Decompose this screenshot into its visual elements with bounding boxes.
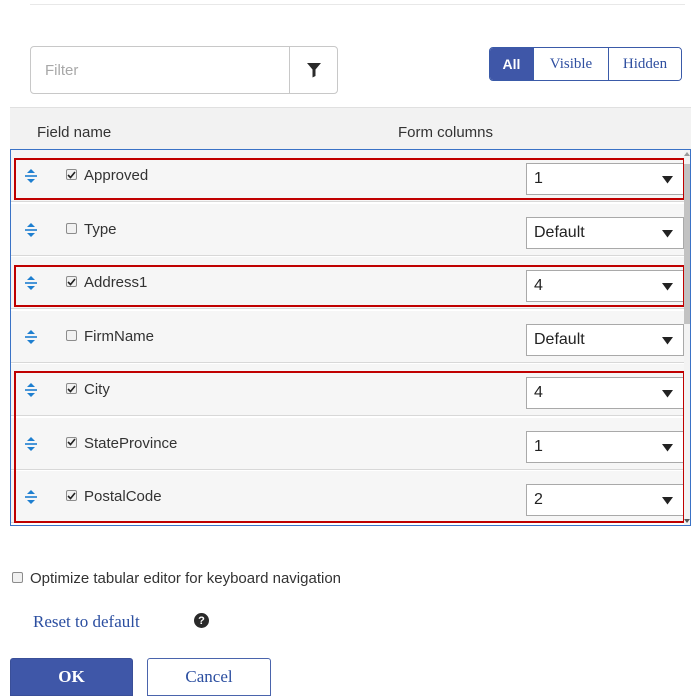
form-columns-select[interactable]: Default (526, 323, 684, 356)
cancel-button[interactable]: Cancel (147, 658, 271, 696)
filter-box (30, 46, 338, 94)
table-row: StateProvince 1 (11, 417, 684, 470)
dropdown-arrow-icon (662, 443, 673, 451)
dropdown-arrow-icon (662, 283, 673, 291)
field-name: Address1 (84, 274, 148, 291)
form-columns-value: 4 (534, 384, 543, 401)
field-visible-checkbox[interactable] (66, 383, 77, 394)
drag-handle-icon[interactable] (24, 329, 38, 345)
keyboard-nav-label: Optimize tabular editor for keyboard nav… (30, 570, 342, 587)
field-name: StateProvince (84, 434, 178, 452)
field-grid: Approved 1 Type Default Address1 4 FirmName Def… (10, 149, 691, 526)
table-row: PostalCode 2 (11, 471, 684, 523)
field-name: FirmName (84, 327, 154, 345)
form-columns-value: Default (534, 330, 585, 348)
drag-handle-icon[interactable] (24, 436, 38, 452)
form-columns-select[interactable]: 4 (526, 377, 684, 409)
scroll-up-arrow[interactable] (684, 152, 690, 156)
field-visible-checkbox[interactable] (66, 490, 77, 501)
dropdown-arrow-icon (662, 497, 673, 505)
table-row: Approved 1 (11, 150, 684, 202)
filter-button[interactable] (290, 47, 338, 93)
dropdown-arrow-icon (662, 336, 673, 344)
table-row: City 4 (11, 364, 684, 416)
field-visible-checkbox[interactable] (66, 222, 77, 234)
field-name: Approved (84, 167, 149, 184)
drag-handle-icon[interactable] (24, 168, 38, 184)
help-icon[interactable]: ? (194, 613, 209, 628)
table-row: FirmName Default (11, 310, 684, 363)
drag-handle-icon[interactable] (24, 275, 38, 291)
form-columns-value: 1 (534, 170, 543, 187)
form-columns-value: 4 (534, 277, 543, 294)
ok-button[interactable]: OK (10, 658, 133, 696)
toggle-all-button[interactable]: All (490, 48, 533, 80)
form-columns-select[interactable]: 1 (526, 163, 684, 195)
form-columns-select[interactable]: 1 (526, 430, 684, 463)
field-visible-checkbox[interactable] (66, 276, 77, 287)
reset-to-default-link[interactable]: Reset to default (33, 612, 140, 632)
dropdown-arrow-icon (662, 229, 673, 237)
dropdown-arrow-icon (662, 176, 673, 184)
field-name: PostalCode (84, 488, 162, 505)
form-columns-value: 2 (534, 491, 543, 508)
keyboard-nav-checkbox[interactable] (12, 572, 23, 583)
field-visible-checkbox[interactable] (66, 329, 77, 341)
form-columns-value: Default (534, 223, 585, 241)
scroll-down-arrow[interactable] (684, 519, 690, 523)
drag-handle-icon[interactable] (24, 382, 38, 398)
scrollbar-thumb[interactable] (684, 164, 690, 324)
form-columns-select[interactable]: 2 (526, 484, 684, 516)
top-divider (30, 4, 685, 5)
toggle-hidden-button[interactable]: Hidden (608, 48, 681, 80)
filter-input[interactable] (31, 47, 289, 93)
drag-handle-icon[interactable] (24, 489, 38, 505)
form-columns-select[interactable]: Default (526, 216, 684, 249)
field-visible-checkbox[interactable] (66, 169, 77, 180)
field-name: City (84, 381, 110, 398)
table-row: Address1 4 (11, 257, 684, 309)
form-columns-value: 1 (534, 437, 543, 455)
dropdown-arrow-icon (662, 390, 673, 398)
vertical-scrollbar[interactable] (684, 150, 690, 525)
field-name: Type (84, 220, 117, 238)
toggle-visible-button[interactable]: Visible (533, 48, 608, 80)
funnel-icon (307, 63, 321, 78)
form-columns-select[interactable]: 4 (526, 270, 684, 302)
column-header-field-name: Field name (37, 124, 112, 141)
field-visible-checkbox[interactable] (66, 436, 77, 448)
grid-header: Field name Form columns (10, 107, 691, 149)
drag-handle-icon[interactable] (24, 222, 38, 238)
column-header-form-columns: Form columns (398, 124, 494, 141)
table-row: Type Default (11, 203, 684, 256)
view-toggle: All Visible Hidden (489, 47, 682, 81)
